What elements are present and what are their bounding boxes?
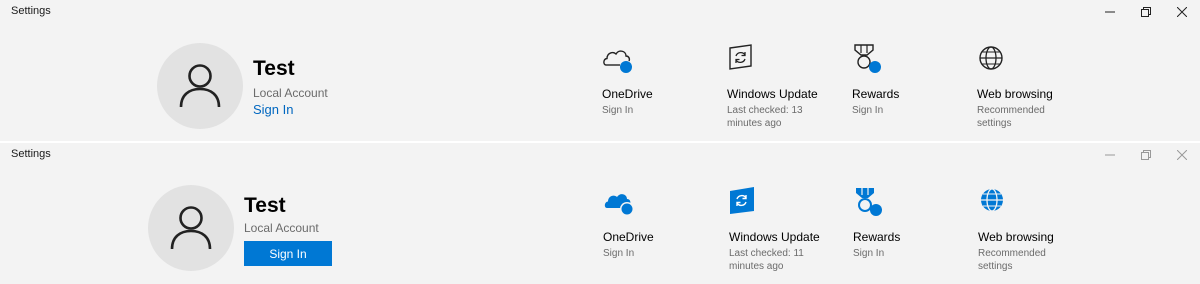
rewards-subtitle: Sign In [852, 105, 884, 116]
person-icon [170, 206, 212, 250]
windows-update-title: Windows Update [729, 230, 820, 244]
restore-button[interactable] [1128, 143, 1164, 167]
close-button[interactable] [1164, 0, 1200, 24]
app-title: Settings [11, 148, 51, 160]
minimize-icon [1105, 154, 1115, 156]
globe-icon [979, 46, 1003, 70]
settings-window-bottom: Settings Test Local Account Sign In OneD… [0, 143, 1200, 284]
cloud-icon [604, 194, 634, 216]
windows-update-title: Windows Update [727, 87, 818, 101]
onedrive-tile[interactable]: OneDrive Sign In [602, 44, 722, 129]
restore-button[interactable] [1128, 0, 1164, 24]
close-button[interactable] [1164, 143, 1200, 167]
restore-icon [1141, 7, 1151, 17]
web-browsing-tile[interactable]: Web browsing Recommended settings [977, 44, 1097, 129]
title-bar[interactable]: Settings [0, 0, 1200, 24]
close-icon [1177, 150, 1187, 160]
web-browsing-title: Web browsing [977, 87, 1053, 101]
web-browsing-subtitle: Recommended settings [977, 105, 1045, 129]
globe-icon [981, 188, 1003, 212]
close-icon [1177, 7, 1187, 17]
title-bar[interactable]: Settings [0, 143, 1200, 167]
account-type: Local Account [253, 86, 328, 100]
person-icon [179, 64, 221, 108]
onedrive-title: OneDrive [603, 230, 654, 244]
sign-in-button[interactable]: Sign In [244, 241, 332, 266]
settings-window-top: Settings Test Local Account Sign In OneD… [0, 0, 1200, 141]
windows-update-tile[interactable]: Windows Update Last checked: 13 minutes … [727, 44, 847, 129]
rewards-title: Rewards [853, 230, 901, 244]
rewards-tile[interactable]: Rewards Sign In [852, 44, 972, 129]
account-name: Test [253, 57, 295, 80]
onedrive-title: OneDrive [602, 87, 653, 101]
web-browsing-subtitle: Recommended settings [978, 248, 1046, 272]
cloud-icon [603, 50, 632, 73]
onedrive-subtitle: Sign In [602, 105, 634, 116]
app-title: Settings [11, 5, 51, 17]
minimize-button[interactable] [1092, 0, 1128, 24]
rewards-tile[interactable]: Rewards Sign In [853, 187, 973, 272]
web-browsing-tile[interactable]: Web browsing Recommended settings [978, 187, 1098, 272]
medal-icon [856, 188, 882, 216]
restore-icon [1141, 150, 1151, 160]
rewards-subtitle: Sign In [853, 248, 885, 259]
windows-update-tile[interactable]: Windows Update Last checked: 11 minutes … [729, 187, 849, 272]
minimize-icon [1105, 11, 1115, 13]
sync-icon [730, 187, 754, 214]
medal-icon [854, 44, 881, 73]
avatar [157, 43, 243, 129]
rewards-title: Rewards [852, 87, 900, 101]
sync-icon [729, 44, 752, 70]
minimize-button[interactable] [1092, 143, 1128, 167]
onedrive-subtitle: Sign In [603, 248, 635, 259]
windows-update-subtitle: Last checked: 11 minutes ago [729, 248, 804, 272]
onedrive-tile[interactable]: OneDrive Sign In [603, 187, 723, 272]
avatar [148, 185, 234, 271]
account-name: Test [244, 194, 286, 217]
windows-update-subtitle: Last checked: 13 minutes ago [727, 105, 803, 129]
sign-in-link[interactable]: Sign In [253, 102, 293, 117]
account-type: Local Account [244, 221, 319, 235]
web-browsing-title: Web browsing [978, 230, 1054, 244]
